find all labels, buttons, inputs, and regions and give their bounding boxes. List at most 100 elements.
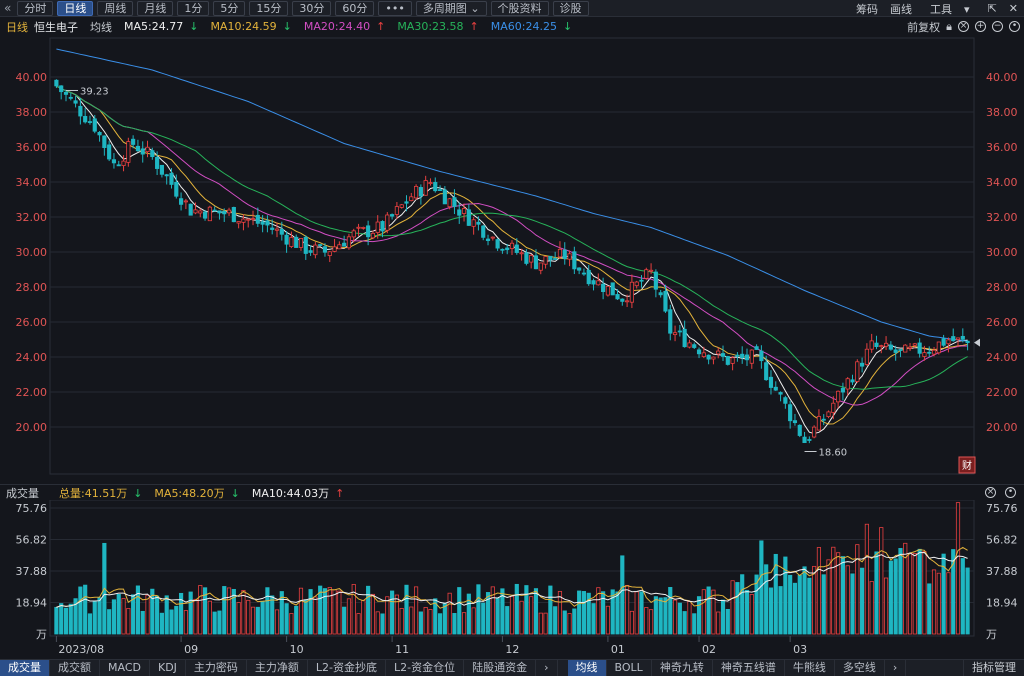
tab-macd[interactable]: MACD	[100, 660, 150, 676]
candle	[951, 328, 956, 342]
close-circle-icon[interactable]: ×	[985, 487, 996, 498]
stock-profile-button[interactable]: 个股资料	[490, 0, 549, 16]
tools-menu[interactable]: 工具 ▾	[924, 1, 976, 17]
candle	[394, 202, 399, 220]
period-button-60min[interactable]: 60分	[335, 0, 375, 16]
close-circle-icon[interactable]: ×	[958, 21, 969, 32]
double-chevron-left-icon[interactable]: «	[4, 1, 11, 15]
close-icon[interactable]: ✕	[1009, 2, 1018, 15]
volume-bar	[54, 606, 59, 635]
volume-bar	[332, 589, 337, 635]
period-button-monthly[interactable]: 月线	[137, 0, 174, 16]
candle	[107, 140, 112, 162]
candle	[615, 289, 620, 300]
candle-body	[73, 100, 78, 104]
tab-bull-bear[interactable]: 牛熊线	[785, 660, 835, 676]
tools-label: 工具	[930, 2, 953, 16]
tab-main-code[interactable]: 主力密码	[186, 660, 247, 676]
volume-bar	[860, 567, 865, 635]
settings-icon[interactable]: •	[1005, 487, 1016, 498]
draw-line-button[interactable]: 画线	[890, 1, 912, 17]
period-button-30min[interactable]: 30分	[292, 0, 332, 16]
volume-bar	[730, 580, 735, 635]
candle-body	[730, 357, 735, 364]
candle-body	[696, 349, 702, 355]
candle-body	[423, 180, 428, 196]
stock-diagnosis-button[interactable]: 诊股	[552, 0, 589, 16]
candle-body	[687, 342, 692, 348]
candle-body	[54, 79, 59, 87]
ma20-value: MA20:24.40 ↑	[298, 20, 385, 33]
chevron-right-icon[interactable]: ›	[536, 660, 558, 676]
tab-volume[interactable]: 成交量	[0, 660, 50, 676]
volume-bar	[792, 582, 798, 635]
candle	[768, 370, 774, 395]
volume-bar	[59, 603, 64, 635]
tab-northbound[interactable]: 陆股通资金	[464, 660, 537, 676]
candle	[495, 238, 500, 251]
multi-period-button[interactable]: 多周期图 ⌄	[415, 0, 487, 16]
resize-icon[interactable]: ⇱	[988, 2, 997, 15]
volume-tick-left: 37.88	[16, 565, 48, 578]
more-periods-button[interactable]: •••	[378, 0, 412, 16]
volume-bar	[960, 558, 965, 635]
chips-button[interactable]: 筹码	[856, 1, 878, 17]
multi-period-label: 多周期图	[422, 1, 467, 15]
tab-main-net[interactable]: 主力净额	[247, 660, 308, 676]
tab-kdj[interactable]: KDJ	[150, 660, 186, 676]
chevron-right-icon[interactable]: ›	[885, 660, 907, 676]
lock-icon[interactable]: 🔒︎	[946, 20, 952, 34]
adjust-mode-label[interactable]: 前复权	[907, 19, 940, 35]
candle-body	[836, 390, 841, 403]
volume-bar	[533, 588, 539, 635]
candle-body	[418, 187, 423, 197]
volume-bar	[788, 574, 793, 635]
candle-body	[198, 210, 203, 214]
candle	[783, 395, 788, 409]
volume-bar	[294, 605, 299, 635]
candle-body	[274, 228, 280, 231]
volume-bar	[116, 594, 121, 635]
candlestick-chart[interactable]: 40.00 40.00 38.00 38.00 36.00 36.00 34.00 34.00…	[0, 36, 1024, 480]
ma-settings-label[interactable]: 均线	[90, 19, 112, 35]
settings-icon[interactable]: •	[1009, 21, 1020, 32]
zoom-in-icon[interactable]: +	[975, 21, 986, 32]
volume-bar	[97, 597, 102, 635]
volume-chart[interactable]: 75.76 75.76 56.82 56.82 37.88 37.88 18.94 18.94…	[0, 500, 1024, 659]
tab-long-short[interactable]: 多空线	[835, 660, 885, 676]
candle	[409, 192, 414, 202]
period-button-1min[interactable]: 1分	[177, 0, 210, 16]
volume-bar	[893, 558, 898, 635]
volume-header: 成交量 总量:41.51万 ↓ MA5:48.20万 ↓ MA10:44.03万 ↑ …	[0, 484, 1024, 500]
volume-bar	[260, 600, 265, 635]
period-button-15min[interactable]: 15分	[249, 0, 289, 16]
volume-bar	[725, 608, 730, 635]
period-button-daily[interactable]: 日线	[57, 0, 94, 16]
period-button-5min[interactable]: 5分	[213, 0, 246, 16]
zoom-out-icon[interactable]: −	[992, 21, 1003, 32]
candle-body	[644, 269, 649, 279]
candle	[687, 339, 692, 349]
caret-down-icon: ▾	[964, 2, 970, 16]
volume-bar	[692, 613, 697, 635]
volume-bar	[951, 549, 956, 635]
tab-l2-position[interactable]: L2-资金仓位	[386, 660, 465, 676]
tab-magic-nine[interactable]: 神奇九转	[652, 660, 713, 676]
date-label: 01	[611, 643, 625, 656]
candle	[754, 344, 759, 350]
tab-magic-five[interactable]: 神奇五线谱	[713, 660, 785, 676]
tab-l2-bottom[interactable]: L2-资金抄底	[308, 660, 387, 676]
candle	[217, 210, 222, 220]
ma10-text: MA10:24.59	[210, 20, 277, 33]
tab-ma[interactable]: 均线	[567, 660, 607, 676]
candle	[102, 135, 107, 156]
volume-bar	[548, 585, 553, 635]
tab-turnover[interactable]: 成交额	[50, 660, 100, 676]
period-button-weekly[interactable]: 周线	[97, 0, 134, 16]
period-button-intraday[interactable]: 分时	[17, 0, 54, 16]
tab-boll[interactable]: BOLL	[607, 660, 652, 676]
indicator-management-button[interactable]: 指标管理	[963, 660, 1024, 676]
volume-bar	[768, 587, 774, 635]
candle-body	[394, 206, 399, 215]
volume-bar	[399, 608, 404, 635]
